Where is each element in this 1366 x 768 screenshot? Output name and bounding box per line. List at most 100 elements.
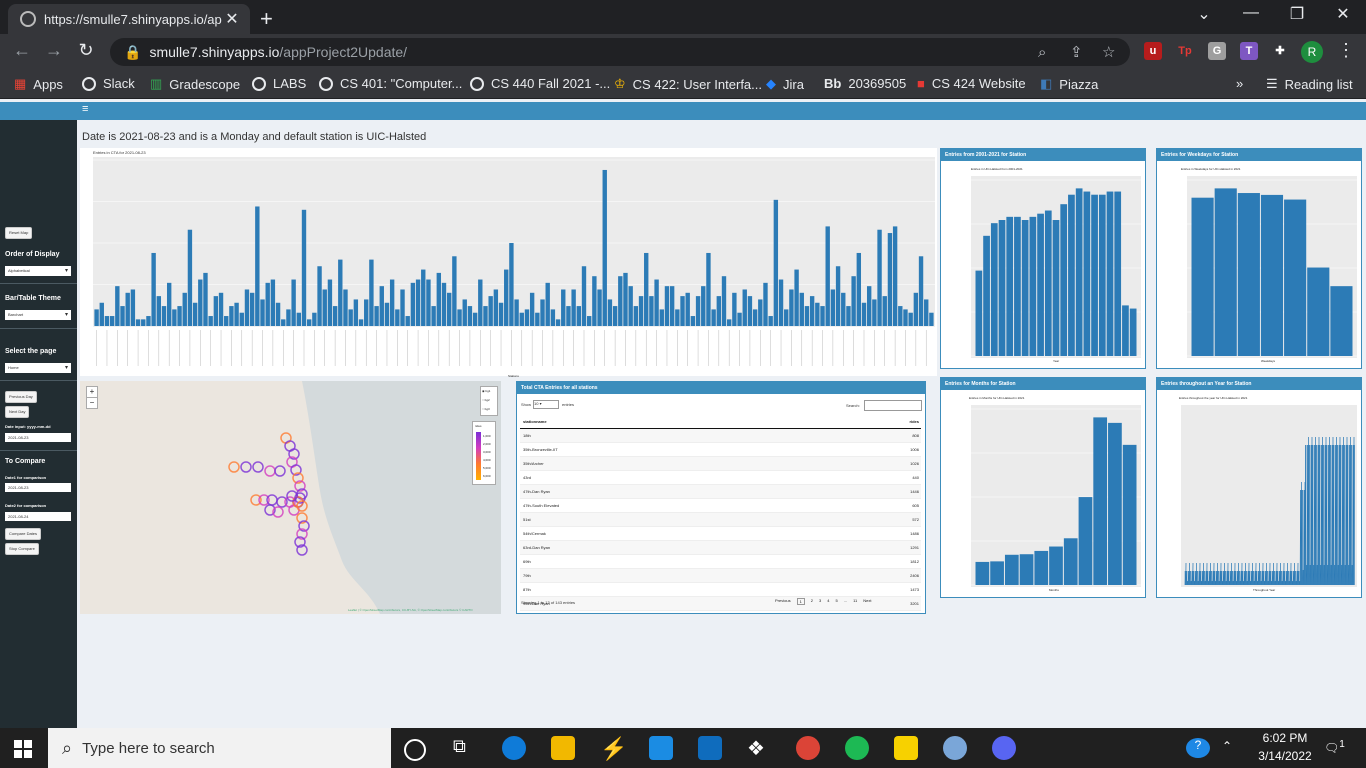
taskbar-search[interactable]: ⌕ Type here to search — [48, 728, 391, 768]
page-3[interactable]: 3 — [819, 598, 821, 605]
bookmark-apps[interactable]: ▦ Apps — [14, 76, 63, 92]
bookmark-cs424[interactable]: ■ CS 424 Website — [917, 76, 1026, 91]
page-1[interactable]: 1 — [796, 598, 805, 605]
bar — [1004, 554, 1019, 585]
table-row[interactable]: 35th-Bronzeville-IIT 1006 — [520, 443, 921, 457]
tray-chevron-icon[interactable]: ⌃ — [1222, 739, 1232, 753]
windows-start-icon[interactable] — [14, 740, 32, 758]
puzzle-icon[interactable]: ✚ — [1271, 42, 1289, 60]
ublock-icon[interactable]: u — [1144, 42, 1162, 60]
bookmark-cs401[interactable]: CS 401: "Computer... — [319, 76, 462, 91]
reading-list[interactable]: ☰ Reading list — [1266, 76, 1353, 92]
zoom-icon[interactable]: ⌕ — [1038, 44, 1046, 61]
column-header-rides[interactable]: rides — [879, 415, 921, 428]
page-previous[interactable]: Previous — [775, 598, 791, 605]
clock-date[interactable]: 3/14/2022 — [1248, 749, 1322, 763]
restore-icon[interactable]: ❐ — [1274, 4, 1320, 24]
column-header-stationname[interactable]: stationname — [520, 415, 879, 428]
forward-icon[interactable]: → — [42, 40, 66, 61]
r-icon[interactable] — [943, 736, 967, 760]
table-row[interactable]: 18th 808 — [520, 429, 921, 443]
help-icon[interactable]: ? — [1186, 738, 1210, 758]
profile-avatar[interactable]: R — [1301, 41, 1323, 63]
layer-option[interactable]: ◉ bg1 — [482, 387, 497, 396]
stop-compare-button[interactable]: Stop Compare — [5, 543, 39, 555]
table-row[interactable]: 69th 1812 — [520, 555, 921, 569]
cell-stationname: 51st — [523, 517, 531, 522]
theme-select[interactable]: Barchart — [5, 310, 71, 320]
layer-option[interactable]: ○ bg3 — [482, 405, 497, 414]
page-5[interactable]: 5 — [836, 598, 838, 605]
spotify-icon[interactable] — [845, 736, 869, 760]
clock-time[interactable]: 6:02 PM — [1248, 731, 1322, 745]
task-view-icon[interactable]: ⧉ — [453, 736, 477, 760]
sidebar-toggle-icon[interactable]: ≡ — [82, 103, 88, 115]
table-row[interactable]: 51st 572 — [520, 513, 921, 527]
cortana-icon[interactable] — [404, 739, 426, 761]
table-row[interactable]: 63rd-Dan Ryan 1291 — [520, 541, 921, 555]
page-next[interactable]: Next — [863, 598, 871, 605]
close-tab-icon[interactable]: ✕ — [222, 9, 242, 29]
back-icon[interactable]: ← — [10, 40, 34, 61]
menu-icon[interactable]: ⋮ — [1334, 40, 1358, 61]
star-icon[interactable]: ☆ — [1102, 43, 1115, 61]
discord-icon[interactable] — [992, 736, 1016, 760]
previous-day-button[interactable]: Previous Day — [5, 391, 37, 403]
layer-option[interactable]: ○ bg2 — [482, 396, 497, 405]
table-row[interactable]: 54th/Cermak 1486 — [520, 527, 921, 541]
page-4[interactable]: 4 — [827, 598, 829, 605]
tp-extension-icon[interactable]: Tp — [1176, 42, 1194, 60]
date2-input[interactable]: 2021-08-24 — [5, 512, 71, 521]
new-tab-button[interactable]: + — [260, 6, 273, 32]
minimize-icon[interactable]: — — [1228, 4, 1274, 22]
bookmark-gradescope[interactable]: ▥ Gradescope — [150, 76, 240, 92]
share-icon[interactable]: ⇪ — [1070, 43, 1083, 61]
table-row[interactable]: 47th-Dan Ryan 1446 — [520, 485, 921, 499]
bookmark-piazza[interactable]: ◧ Piazza — [1040, 76, 1098, 92]
bookmarks-overflow[interactable]: » — [1236, 76, 1243, 91]
date1-input[interactable]: 2021-08-23 — [5, 483, 71, 492]
table-row[interactable]: 43rd 440 — [520, 471, 921, 485]
file-explorer-icon[interactable] — [551, 736, 575, 760]
search-input[interactable] — [864, 400, 922, 411]
date-input[interactable]: 2021-08-23 — [5, 433, 71, 442]
station-map[interactable] — [80, 381, 501, 614]
chevron-down-icon[interactable]: ⌄ — [1181, 4, 1227, 24]
twitch-extension-icon[interactable]: T — [1240, 42, 1258, 60]
bookmark-slack[interactable]: Slack — [82, 76, 135, 91]
bookmark-labs[interactable]: LABS — [252, 76, 306, 91]
browser-tab[interactable]: https://smulle7.shinyapps.io/app ✕ — [8, 4, 250, 34]
power-automate-icon[interactable]: ⚡ — [600, 736, 627, 761]
page-11[interactable]: 11 — [853, 598, 857, 605]
sticky-notes-icon[interactable] — [894, 736, 918, 760]
bookmark-jira[interactable]: ◆ Jira — [766, 76, 804, 92]
map-attribution[interactable]: Leaflet | © OpenStreetMap contributors, … — [348, 608, 473, 612]
store-icon[interactable] — [649, 736, 673, 760]
chrome-icon[interactable] — [796, 736, 820, 760]
mail-icon[interactable] — [698, 736, 722, 760]
entries-select[interactable]: 10 ▾ — [533, 400, 559, 409]
layer-control[interactable]: ◉ bg1 ○ bg2 ○ bg3 — [480, 386, 498, 416]
table-row[interactable]: 79th 2406 — [520, 569, 921, 583]
bookmark-cs422[interactable]: ♔ CS 422: User Interfa... — [614, 76, 762, 92]
zoom-in-button[interactable]: + — [87, 387, 97, 397]
notifications-icon[interactable]: 🗨1 — [1324, 739, 1345, 755]
edge-icon[interactable] — [502, 736, 526, 760]
table-row[interactable]: 35th/Archer 1026 — [520, 457, 921, 471]
reset-map-button[interactable]: Reset Map — [5, 227, 33, 239]
bookmark-cs440[interactable]: CS 440 Fall 2021 -... — [470, 76, 610, 91]
page-select[interactable]: Home — [5, 363, 71, 373]
order-select[interactable]: Alphabetical — [5, 266, 71, 276]
grammar-extension-icon[interactable]: G — [1208, 42, 1226, 60]
zoom-out-button[interactable]: − — [87, 397, 97, 408]
next-day-button[interactable]: Next Day — [5, 406, 30, 418]
address-bar[interactable]: 🔒 smulle7.shinyapps.io /appProject2Updat… — [110, 38, 1130, 66]
reload-icon[interactable]: ↻ — [74, 40, 98, 61]
table-row[interactable]: 47th-South Elevated 605 — [520, 499, 921, 513]
compare-dates-button[interactable]: Compare Dates — [5, 528, 42, 540]
dropbox-icon[interactable]: ❖ — [747, 736, 771, 760]
bookmark-blackboard[interactable]: Bb 20369505 — [824, 76, 906, 91]
table-row[interactable]: 87th 1473 — [520, 583, 921, 597]
page-2[interactable]: 2 — [811, 598, 813, 605]
close-window-icon[interactable]: ✕ — [1320, 4, 1366, 24]
